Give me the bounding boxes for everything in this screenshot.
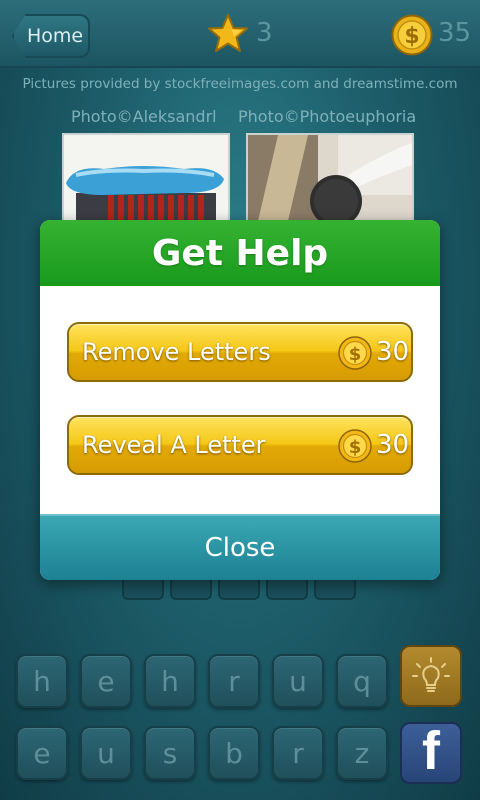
letter-key[interactable]: u [80,726,132,780]
remove-letters-cost: 30 [376,337,410,367]
home-button[interactable]: Home [12,14,90,58]
key-label: e [33,736,51,770]
key-label: s [162,736,178,770]
puzzle-photo-right [246,133,414,223]
coin-count: 35 [438,18,472,48]
key-label: z [354,736,370,770]
get-help-dialog: Get Help Remove Letters $ 30 Reveal A Le… [40,220,440,580]
letter-key[interactable]: e [80,654,132,708]
letter-key[interactable]: s [144,726,196,780]
brush-image [64,135,228,221]
microphone-image [248,135,412,221]
home-button-label: Home [26,25,84,47]
reveal-letter-label: Reveal A Letter [82,431,266,459]
letter-key[interactable]: e [16,726,68,780]
key-label: r [228,664,240,698]
key-label: r [292,736,304,770]
letter-key[interactable]: r [272,726,324,780]
key-label: h [33,664,51,698]
close-button[interactable]: Close [40,514,440,580]
facebook-share-button[interactable]: f [400,722,462,784]
reveal-letter-cost: 30 [376,430,410,460]
puzzle-photo-left [62,133,230,223]
letter-key[interactable]: u [272,654,324,708]
star-icon [208,14,248,52]
image-source-credit: Pictures provided by stockfreeimages.com… [22,76,458,92]
svg-text:$: $ [404,24,419,49]
svg-text:$: $ [349,437,362,458]
letter-key[interactable]: h [16,654,68,708]
coin-icon: $ [391,14,433,56]
letter-key[interactable]: h [144,654,196,708]
photo-credit-right: Photo©Photoeuphoria [238,107,417,126]
letter-key[interactable]: q [336,654,388,708]
remove-letters-label: Remove Letters [82,338,271,366]
answer-slot[interactable] [218,578,260,600]
key-label: u [289,664,307,698]
close-button-label: Close [204,533,276,563]
key-label: u [97,736,115,770]
dialog-title: Get Help [40,220,440,286]
key-label: e [97,664,115,698]
top-bar: Home 3 $ 35 [0,0,480,68]
answer-slot[interactable] [266,578,308,600]
letter-key[interactable]: r [208,654,260,708]
photo-credit-left: Photo©Aleksandrl [71,107,217,126]
facebook-icon: f [422,722,440,781]
coin-icon: $ [338,429,372,463]
letter-key[interactable]: b [208,726,260,780]
star-count: 3 [256,18,273,48]
key-label: q [353,664,371,698]
letter-key[interactable]: z [336,726,388,780]
answer-slot[interactable] [170,578,212,600]
answer-slot[interactable] [122,578,164,600]
lightbulb-icon [412,657,450,692]
answer-slot[interactable] [314,578,356,600]
key-label: b [225,736,243,770]
key-label: h [161,664,179,698]
remove-letters-button[interactable]: Remove Letters $ 30 [67,322,413,382]
hint-button[interactable] [400,645,462,707]
svg-text:$: $ [349,344,362,365]
coin-icon: $ [338,336,372,370]
reveal-letter-button[interactable]: Reveal A Letter $ 30 [67,415,413,475]
